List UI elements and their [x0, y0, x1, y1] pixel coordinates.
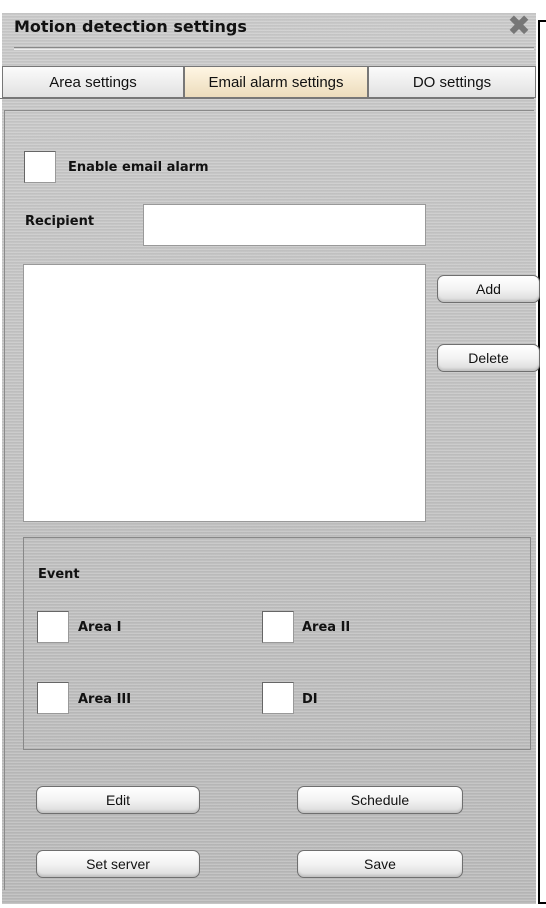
recipient-list[interactable]: [23, 264, 426, 522]
title-divider: [14, 47, 534, 48]
area-1-checkbox[interactable]: [37, 611, 69, 643]
area-1-label: Area I: [78, 620, 122, 635]
dialog-border-tick-bottom: [538, 902, 546, 904]
recipient-input[interactable]: [143, 204, 426, 246]
tab-area-settings[interactable]: Area settings: [2, 66, 184, 98]
dialog-title: Motion detection settings: [14, 17, 247, 36]
add-button[interactable]: Add: [437, 275, 540, 303]
tab-do-settings[interactable]: DO settings: [368, 66, 536, 98]
schedule-button[interactable]: Schedule: [297, 786, 463, 814]
event-group: [23, 537, 531, 750]
edit-button[interactable]: Edit: [36, 786, 200, 814]
area-2-checkbox[interactable]: [262, 611, 294, 643]
enable-email-alarm-label: Enable email alarm: [68, 160, 209, 175]
recipient-label: Recipient: [25, 214, 95, 229]
set-server-button[interactable]: Set server: [36, 850, 200, 878]
delete-button[interactable]: Delete: [437, 344, 540, 372]
event-group-title: Event: [38, 567, 80, 582]
tab-bar-divider: [0, 98, 534, 99]
di-checkbox[interactable]: [262, 682, 294, 714]
tab-email-alarm-settings[interactable]: Email alarm settings: [184, 66, 368, 98]
di-label: DI: [302, 692, 318, 707]
title-divider-highlight: [14, 49, 534, 50]
dialog-right-border: [538, 20, 540, 904]
save-button[interactable]: Save: [297, 850, 463, 878]
enable-email-alarm-checkbox[interactable]: [24, 151, 56, 183]
area-2-label: Area II: [302, 620, 351, 635]
close-icon[interactable]: ✖: [505, 12, 533, 40]
dialog-border-tick-top: [538, 20, 546, 22]
area-3-label: Area III: [78, 692, 132, 707]
area-3-checkbox[interactable]: [37, 682, 69, 714]
